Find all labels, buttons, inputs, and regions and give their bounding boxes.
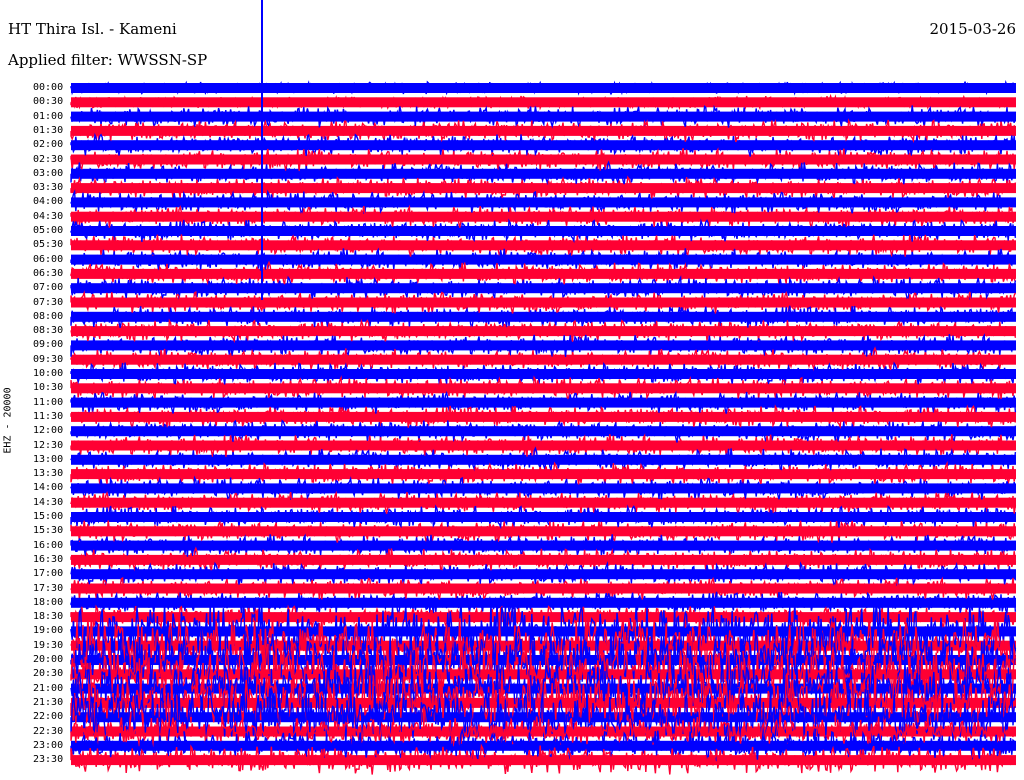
heliplot-chart <box>70 0 1017 775</box>
trace-line <box>70 390 1017 415</box>
trace-line <box>70 290 1017 314</box>
